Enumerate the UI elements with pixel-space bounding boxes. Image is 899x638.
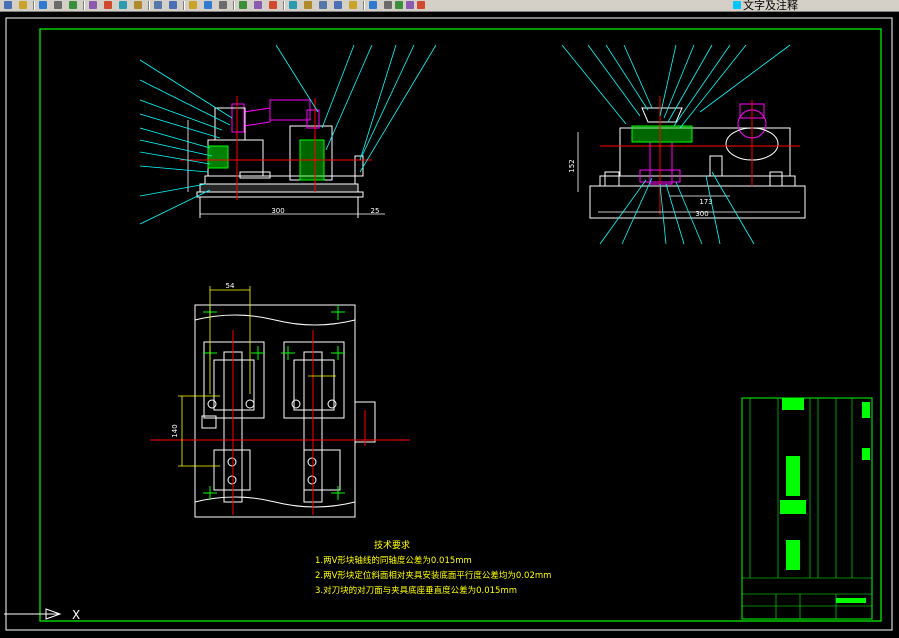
zoom-realtime-button[interactable] <box>217 0 229 10</box>
match-button[interactable] <box>152 0 164 10</box>
copy-button[interactable] <box>117 0 129 10</box>
plan-view-dims <box>178 286 336 467</box>
layer-lock-button[interactable] <box>415 0 427 10</box>
calc-icon <box>349 1 357 9</box>
layer-color-icon <box>406 1 414 9</box>
zoom-window-icon <box>239 1 247 9</box>
standard-toolbar: 文字及注释 <box>0 0 899 12</box>
toolbar-separator <box>283 1 285 10</box>
pan-icon <box>204 1 212 9</box>
technical-note-3: 3.对刀块的对刀面与夹具底座垂直度公差为0.015mm <box>315 585 517 596</box>
front-view-width-dim: 300 <box>271 207 284 215</box>
properties-icon <box>269 1 277 9</box>
layer-lock-icon <box>417 1 425 9</box>
parts-list-table <box>741 397 873 620</box>
cut-icon <box>104 1 112 9</box>
cut-button[interactable] <box>102 0 114 10</box>
toolbar-separator <box>148 1 150 10</box>
plan-view <box>194 304 376 518</box>
markup-button[interactable] <box>332 0 344 10</box>
zoom-realtime-icon <box>219 1 227 9</box>
parts-list-fills <box>780 398 870 603</box>
front-view <box>196 99 364 218</box>
sheet-set-icon <box>319 1 327 9</box>
pan-button[interactable] <box>202 0 214 10</box>
redo-button[interactable] <box>187 0 199 10</box>
help-button[interactable] <box>367 0 379 10</box>
toolbar-separator <box>83 1 85 10</box>
markup-icon <box>334 1 342 9</box>
drawing-outer-border <box>5 17 893 631</box>
ucs-x-label: X <box>72 608 80 622</box>
zoom-previous-button[interactable] <box>252 0 264 10</box>
print-button[interactable] <box>52 0 64 10</box>
plan-view-centerlines <box>150 330 410 515</box>
plan-view-height-dim: 140 <box>171 424 179 437</box>
match-icon <box>154 1 162 9</box>
sheet-set-button[interactable] <box>317 0 329 10</box>
technical-notes-title: 技术要求 <box>374 539 410 551</box>
side-view-width-dim: 300 <box>695 210 708 218</box>
square-icon <box>733 1 741 9</box>
paste-button[interactable] <box>132 0 144 10</box>
zoom-window-button[interactable] <box>237 0 249 10</box>
new-button[interactable] <box>2 0 14 10</box>
tool-palette-button[interactable] <box>302 0 314 10</box>
side-view <box>589 103 806 219</box>
layer-color-swatch[interactable] <box>731 0 743 10</box>
save-button[interactable] <box>37 0 49 10</box>
design-center-button[interactable] <box>287 0 299 10</box>
front-view-right-dim: 25 <box>371 207 380 215</box>
redo-icon <box>189 1 197 9</box>
plot-icon <box>89 1 97 9</box>
ucs-icon <box>4 608 62 620</box>
plot-button[interactable] <box>87 0 99 10</box>
preview-button[interactable] <box>67 0 79 10</box>
open-icon <box>19 1 27 9</box>
save-icon <box>39 1 47 9</box>
layer-state-icon <box>395 1 403 9</box>
paste-icon <box>134 1 142 9</box>
print-icon <box>54 1 62 9</box>
design-center-icon <box>289 1 297 9</box>
zoom-previous-icon <box>254 1 262 9</box>
plan-view-width-dim: 54 <box>226 282 235 290</box>
side-view-leaders <box>561 44 791 245</box>
side-view-height-dim: 152 <box>568 159 576 172</box>
toolbar-separator <box>233 1 235 10</box>
preview-icon <box>69 1 77 9</box>
undo-icon <box>169 1 177 9</box>
new-icon <box>4 1 12 9</box>
layer-manager-icon <box>384 1 392 9</box>
toolbar-separator <box>33 1 35 10</box>
toolbar-separator <box>183 1 185 10</box>
help-icon <box>369 1 377 9</box>
technical-note-1: 1.两V形块轴线的同轴度公差为0.015mm <box>315 555 472 566</box>
technical-note-2: 2.两V形块定位斜面相对夹具安装底面平行度公差均为0.02mm <box>315 570 551 581</box>
open-button[interactable] <box>17 0 29 10</box>
tool-palette-icon <box>304 1 312 9</box>
undo-button[interactable] <box>167 0 179 10</box>
properties-button[interactable] <box>267 0 279 10</box>
toolbar-separator <box>363 1 365 10</box>
current-layer-name[interactable]: 文字及注释 <box>743 0 798 11</box>
drawing-canvas[interactable]: 300 25 152 173 300 54 140 技术要求 1.两V形块轴线的… <box>0 12 899 634</box>
copy-icon <box>119 1 127 9</box>
calc-button[interactable] <box>347 0 359 10</box>
